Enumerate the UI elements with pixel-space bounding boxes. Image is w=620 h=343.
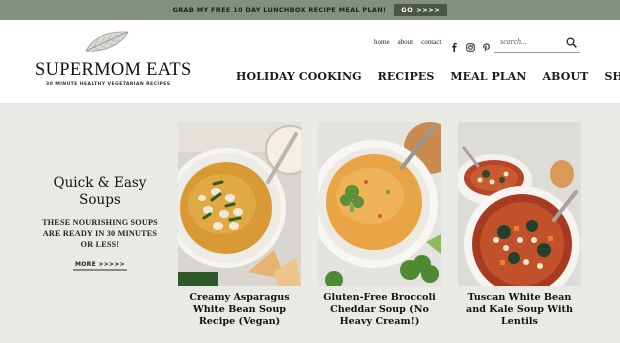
promo-text: THESE NOURISHING SOUPS ARE READY IN 30 M… xyxy=(42,218,158,249)
facebook-icon[interactable] xyxy=(450,37,459,52)
search-box xyxy=(494,33,580,53)
recipe-image-asparagus-soup[interactable] xyxy=(178,122,301,286)
recipe-image-broccoli-soup[interactable] xyxy=(318,122,441,286)
nav-item-meal-plan[interactable]: MEAL PLAN xyxy=(450,70,526,83)
nav-item-recipes[interactable]: RECIPES xyxy=(378,70,435,83)
util-link-about[interactable]: about xyxy=(398,38,414,46)
recipe-card-title[interactable]: Gluten-Free Broccoli Cheddar Soup (No He… xyxy=(318,292,441,328)
nav-item-holiday-cooking[interactable]: HOLIDAY COOKING xyxy=(236,70,362,83)
announcement-go-button[interactable]: GO >>>> xyxy=(394,4,448,16)
recipe-card[interactable]: Creamy Asparagus White Bean Soup Recipe … xyxy=(178,122,301,328)
pinterest-icon[interactable] xyxy=(482,37,491,52)
announcement-text[interactable]: GRAB MY FREE 10 DAY LUNCHBOX RECIPE MEAL… xyxy=(173,6,387,14)
announcement-bar: GRAB MY FREE 10 DAY LUNCHBOX RECIPE MEAL… xyxy=(0,0,620,20)
nav-item-about[interactable]: ABOUT xyxy=(543,70,589,83)
util-link-home[interactable]: home xyxy=(374,38,390,46)
leaf-logo-icon xyxy=(85,31,129,52)
search-icon[interactable] xyxy=(566,37,577,48)
recipe-card-title[interactable]: Tuscan White Bean and Kale Soup With Len… xyxy=(458,292,581,328)
nav-item-shop[interactable]: SHOP xyxy=(604,70,620,83)
logo-title[interactable]: SUPERMOM EATS xyxy=(35,60,192,81)
recipe-image-tuscan-soup[interactable] xyxy=(458,122,581,286)
search-input[interactable] xyxy=(500,37,560,46)
logo-tagline: 30 MINUTE HEALTHY VEGETARIAN RECIPES xyxy=(46,82,171,87)
recipe-card[interactable]: Gluten-Free Broccoli Cheddar Soup (No He… xyxy=(318,122,441,328)
site-header: SUPERMOM EATS 30 MINUTE HEALTHY VEGETARI… xyxy=(0,20,620,103)
utility-links: home about contact xyxy=(374,38,441,46)
promo-title: Quick & Easy Soups xyxy=(53,175,147,208)
recipe-card[interactable]: Tuscan White Bean and Kale Soup With Len… xyxy=(458,122,581,328)
main-nav: HOLIDAY COOKING RECIPES MEAL PLAN ABOUT … xyxy=(236,70,620,83)
instagram-icon[interactable] xyxy=(466,37,475,52)
promo-block: Quick & Easy Soups THESE NOURISHING SOUP… xyxy=(36,175,164,271)
promo-more-link[interactable]: MORE >>>>> xyxy=(72,260,127,271)
featured-section: Quick & Easy Soups THESE NOURISHING SOUP… xyxy=(0,103,620,343)
recipe-card-title[interactable]: Creamy Asparagus White Bean Soup Recipe … xyxy=(178,292,301,328)
util-link-contact[interactable]: contact xyxy=(421,38,441,46)
social-icons xyxy=(450,37,491,52)
